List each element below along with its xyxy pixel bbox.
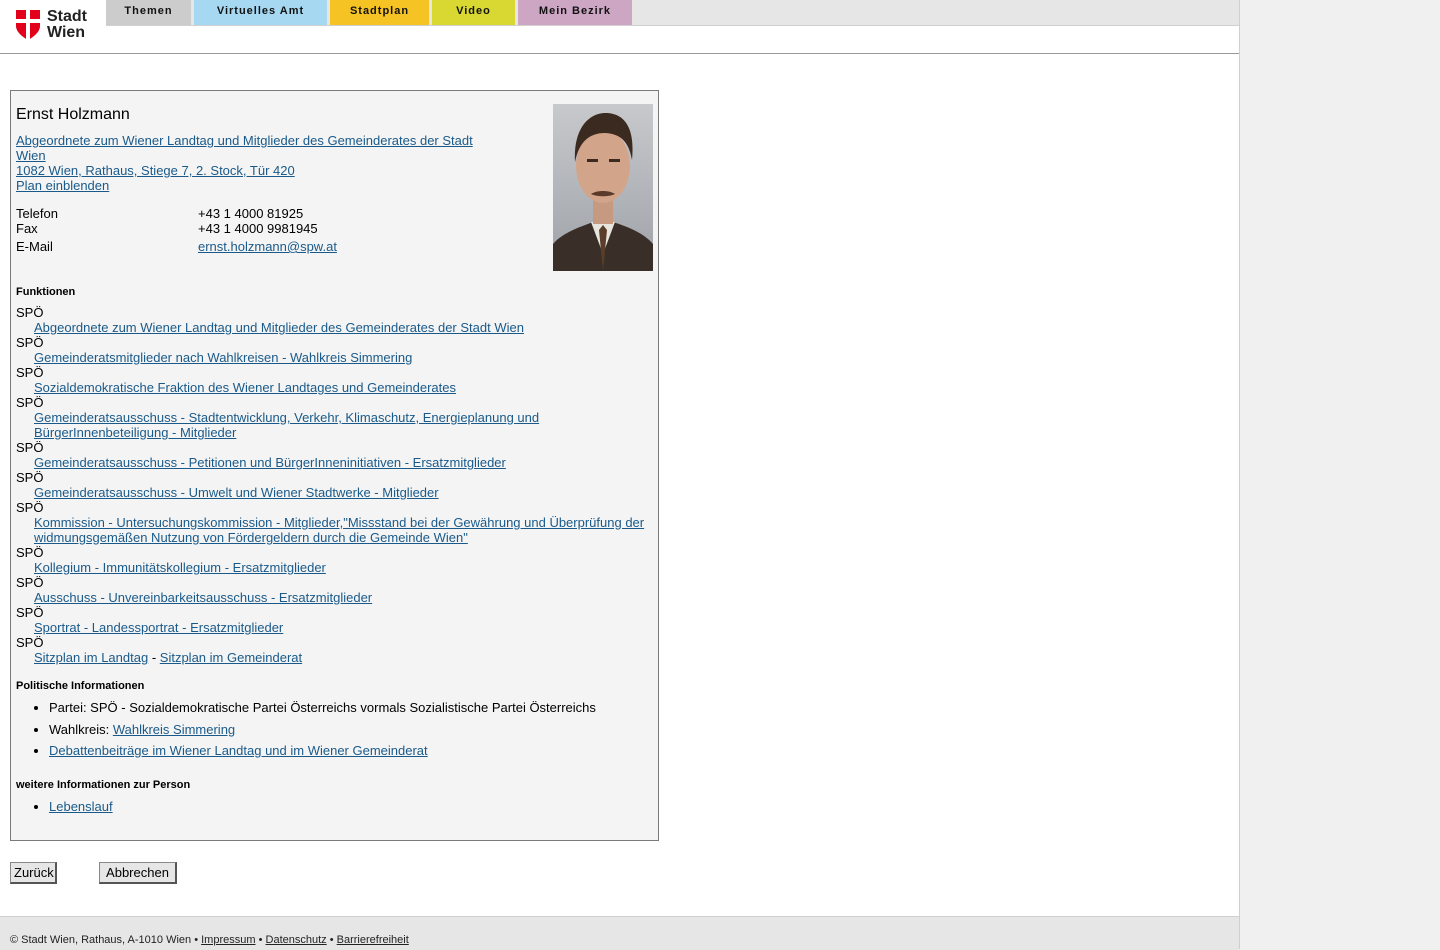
show-map-link[interactable]: Plan einblenden — [16, 178, 496, 193]
debates-link[interactable]: Debattenbeiträge im Wiener Landtag und i… — [49, 743, 428, 758]
seating-plan-item: SPÖ Sitzplan im Landtag - Sitzplan im Ge… — [16, 635, 648, 665]
function-link[interactable]: Sozialdemokratische Fraktion des Wiener … — [16, 380, 648, 395]
function-link[interactable]: Sportrat - Landessportrat - Ersatzmitgli… — [16, 620, 648, 635]
function-link[interactable]: Gemeinderatsausschuss - Petitionen und B… — [16, 455, 648, 470]
function-item: SPÖ Gemeinderatsmitglieder nach Wahlkrei… — [16, 335, 648, 365]
function-party: SPÖ — [16, 305, 44, 320]
function-link[interactable]: Kommission - Untersuchungskommission - M… — [16, 515, 648, 545]
stadt-wien-logo[interactable]: Stadt Wien — [16, 9, 96, 43]
impressum-link[interactable]: Impressum — [201, 934, 255, 946]
cv-link[interactable]: Lebenslauf — [49, 799, 113, 814]
address-block: Abgeordnete zum Wiener Landtag und Mitgl… — [16, 133, 496, 193]
district-item: Wahlkreis: Wahlkreis Simmering — [49, 722, 596, 737]
person-name: Ernst Holzmann — [16, 106, 130, 123]
district-link[interactable]: Wahlkreis Simmering — [113, 722, 235, 737]
function-link[interactable]: Ausschuss - Unvereinbarkeitsausschuss - … — [16, 590, 648, 605]
function-item: SPÖ Kollegium - Immunitätskollegium - Er… — [16, 545, 648, 575]
function-item: SPÖ Gemeinderatsausschuss - Umwelt und W… — [16, 470, 648, 500]
back-button[interactable]: Zurück — [10, 862, 57, 884]
function-party: SPÖ — [16, 395, 44, 410]
page: Stadt Wien Themen Virtuelles Amt Stadtpl… — [0, 0, 1240, 950]
role-link[interactable]: Abgeordnete zum Wiener Landtag und Mitgl… — [16, 133, 496, 163]
person-photo — [553, 104, 653, 271]
debates-item: Debattenbeiträge im Wiener Landtag und i… — [49, 743, 596, 758]
phone-label: Telefon — [16, 206, 58, 221]
function-link[interactable]: Gemeinderatsausschuss - Umwelt und Wiene… — [16, 485, 648, 500]
footer-bullet: • — [194, 934, 199, 946]
fax-value: +43 1 4000 9981945 — [198, 221, 318, 236]
function-item: SPÖ Sportrat - Landessportrat - Ersatzmi… — [16, 605, 648, 635]
footer-copyright: © Stadt Wien, Rathaus, A-1010 Wien — [10, 934, 192, 946]
email-link[interactable]: ernst.holzmann@spw.at — [198, 239, 337, 254]
tab-themen[interactable]: Themen — [106, 0, 191, 25]
function-party: SPÖ — [16, 575, 44, 590]
function-party: SPÖ — [16, 335, 44, 350]
political-info-heading: Politische Informationen — [16, 680, 145, 692]
function-party: SPÖ — [16, 500, 44, 515]
function-party: SPÖ — [16, 440, 44, 455]
logo-text: Stadt Wien — [47, 9, 87, 41]
site-header: Stadt Wien Themen Virtuelles Amt Stadtpl… — [0, 0, 1239, 54]
political-info-list: Partei: SPÖ - Sozialdemokratische Partei… — [16, 700, 596, 765]
party-text: Partei: SPÖ - Sozialdemokratische Partei… — [49, 700, 596, 715]
functions-heading: Funktionen — [16, 286, 76, 298]
party-item: Partei: SPÖ - Sozialdemokratische Partei… — [49, 700, 596, 715]
function-party: SPÖ — [16, 365, 44, 380]
more-info-heading: weitere Informationen zur Person — [16, 779, 191, 791]
address-link[interactable]: 1082 Wien, Rathaus, Stiege 7, 2. Stock, … — [16, 163, 496, 178]
district-label: Wahlkreis: — [49, 721, 110, 737]
seating-plan-landtag-link[interactable]: Sitzplan im Landtag — [34, 650, 148, 665]
cv-item: Lebenslauf — [49, 799, 113, 814]
main-navigation: Themen Virtuelles Amt Stadtplan Video Me… — [106, 0, 1239, 26]
email-label: E-Mail — [16, 239, 53, 254]
more-info-list: Lebenslauf — [16, 799, 113, 814]
function-link[interactable]: Gemeinderatsausschuss - Stadtentwicklung… — [16, 410, 648, 440]
seating-plan-links: Sitzplan im Landtag - Sitzplan im Gemein… — [16, 650, 648, 665]
function-party: SPÖ — [16, 470, 44, 485]
datenschutz-link[interactable]: Datenschutz — [266, 934, 327, 946]
function-party: SPÖ — [16, 545, 44, 560]
function-party: SPÖ — [16, 635, 44, 650]
seating-separator: - — [151, 650, 157, 665]
site-footer: © Stadt Wien, Rathaus, A-1010 Wien • Imp… — [0, 916, 1239, 950]
tab-virtuelles-amt[interactable]: Virtuelles Amt — [194, 0, 327, 25]
footer-bullet: • — [258, 934, 263, 946]
phone-value: +43 1 4000 81925 — [198, 206, 304, 221]
tab-mein-bezirk[interactable]: Mein Bezirk — [518, 0, 632, 25]
footer-text: © Stadt Wien, Rathaus, A-1010 Wien • Imp… — [10, 934, 409, 946]
barrierefreiheit-link[interactable]: Barrierefreiheit — [337, 934, 409, 946]
function-party: SPÖ — [16, 605, 44, 620]
logo-line2: Wien — [47, 24, 86, 41]
function-item: SPÖ Kommission - Untersuchungskommission… — [16, 500, 648, 545]
vienna-shield-icon — [16, 10, 40, 40]
tab-stadtplan[interactable]: Stadtplan — [330, 0, 429, 25]
function-link[interactable]: Abgeordnete zum Wiener Landtag und Mitgl… — [16, 320, 648, 335]
seating-plan-gemeinderat-link[interactable]: Sitzplan im Gemeinderat — [160, 650, 302, 665]
logo-line1: Stadt — [47, 8, 87, 25]
cancel-button[interactable]: Abbrechen — [99, 862, 177, 884]
function-link[interactable]: Gemeinderatsmitglieder nach Wahlkreisen … — [16, 350, 648, 365]
function-item: SPÖ Ausschuss - Unvereinbarkeitsausschus… — [16, 575, 648, 605]
person-detail-panel: Ernst Holzmann Abgeordnete zum Wiener La… — [10, 90, 659, 841]
function-link[interactable]: Kollegium - Immunitätskollegium - Ersatz… — [16, 560, 648, 575]
function-item: SPÖ Gemeinderatsausschuss - Petitionen u… — [16, 440, 648, 470]
tab-video[interactable]: Video — [432, 0, 515, 25]
functions-list: SPÖ Abgeordnete zum Wiener Landtag und M… — [16, 305, 648, 665]
footer-bullet: • — [329, 934, 334, 946]
function-item: SPÖ Abgeordnete zum Wiener Landtag und M… — [16, 305, 648, 335]
function-item: SPÖ Gemeinderatsausschuss - Stadtentwick… — [16, 395, 648, 440]
fax-label: Fax — [16, 221, 38, 236]
function-item: SPÖ Sozialdemokratische Fraktion des Wie… — [16, 365, 648, 395]
